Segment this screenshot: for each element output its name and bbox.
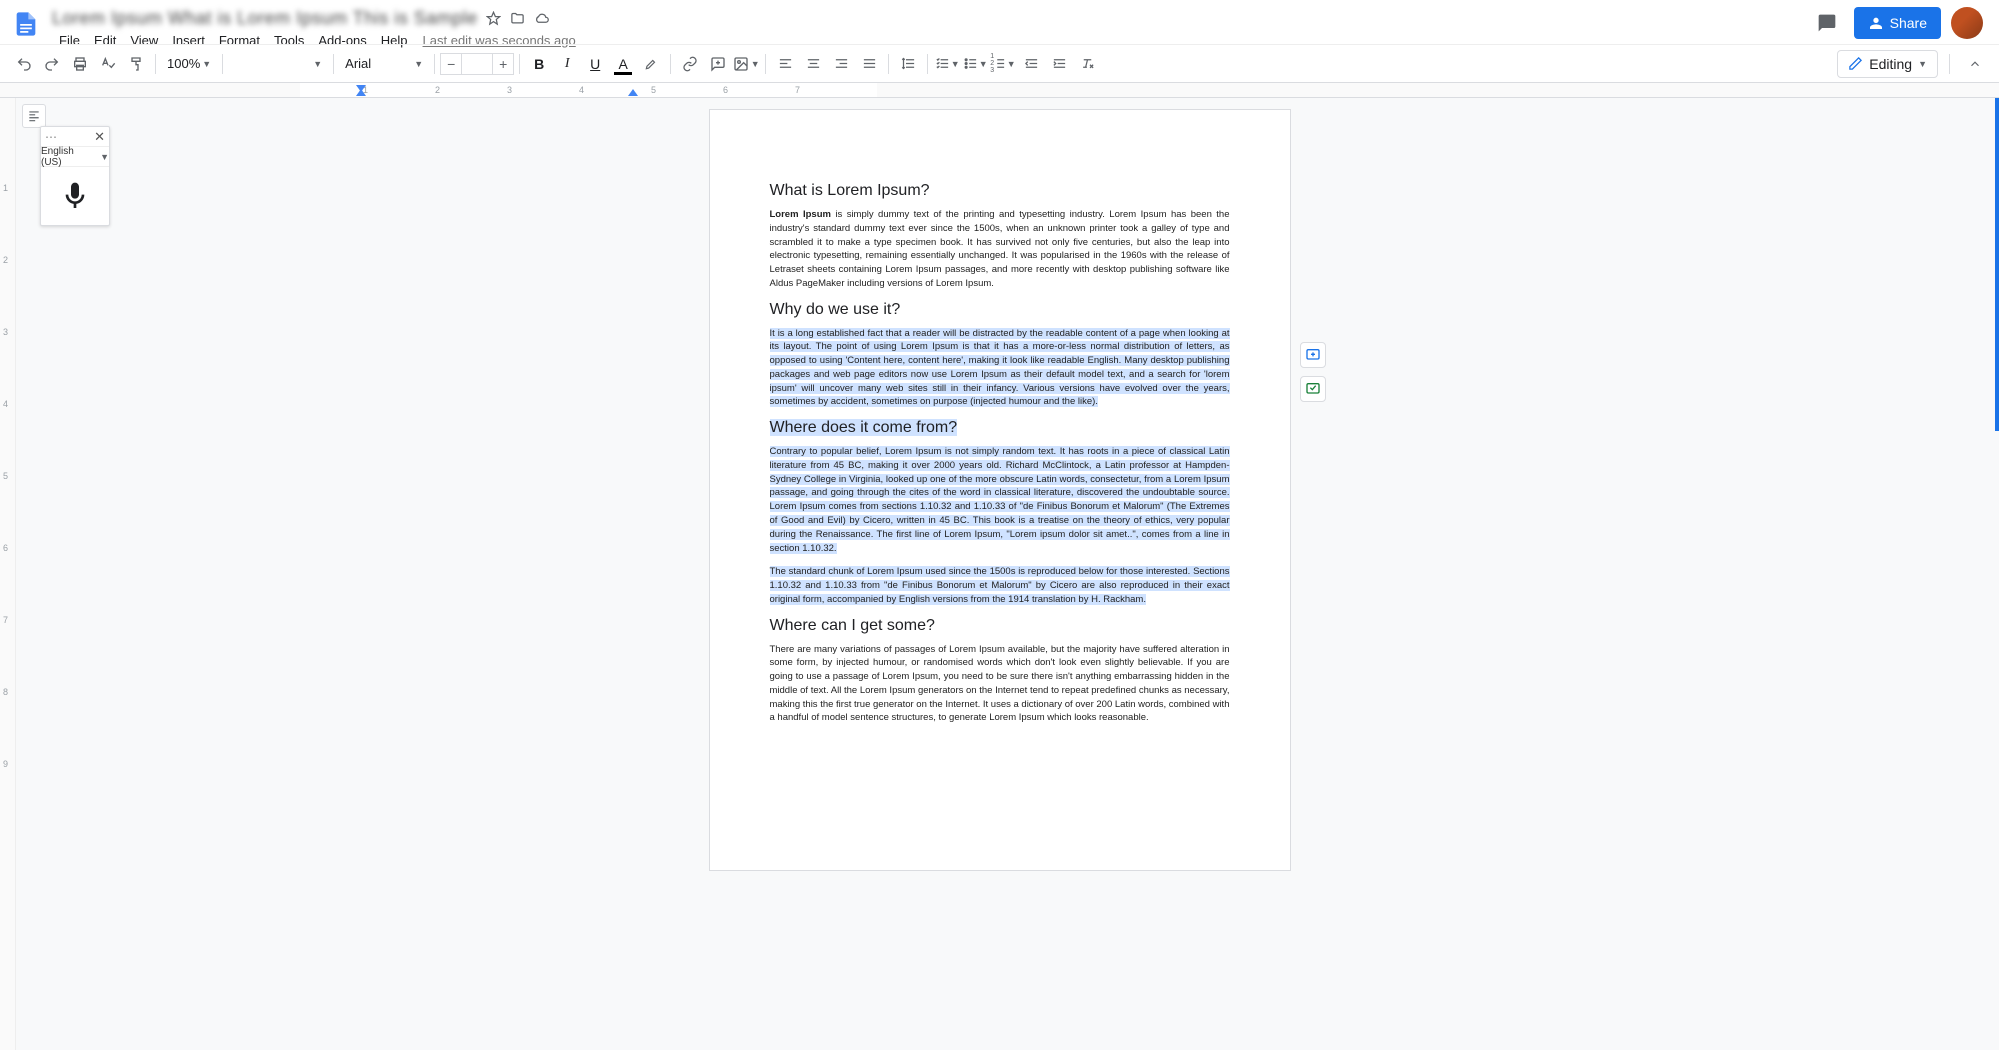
ruler-tick: 4: [579, 85, 584, 95]
voice-language-label: English (US): [41, 146, 96, 168]
indent-marker-left[interactable]: [356, 89, 366, 96]
docs-logo-icon[interactable]: [8, 6, 44, 42]
editing-mode-label: Editing: [1869, 56, 1912, 72]
paragraph-1[interactable]: Lorem Ipsum is simply dummy text of the …: [770, 208, 1230, 291]
bold-button[interactable]: B: [525, 50, 553, 78]
selected-text: The standard chunk of Lorem Ipsum used s…: [770, 566, 1230, 605]
show-outline-button[interactable]: [22, 104, 46, 128]
undo-button[interactable]: [10, 50, 38, 78]
indent-increase-button[interactable]: [1045, 50, 1073, 78]
zoom-value: 100%: [167, 56, 200, 71]
font-size-value[interactable]: [462, 53, 492, 75]
account-avatar[interactable]: [1951, 7, 1983, 39]
comment-rail: [1300, 342, 1326, 402]
heading-3[interactable]: Where does it come from?: [770, 419, 1230, 437]
checklist-button[interactable]: ▼: [933, 50, 961, 78]
voice-mic-button[interactable]: [41, 167, 109, 225]
font-size-increase[interactable]: +: [492, 53, 514, 75]
paint-format-button[interactable]: [122, 50, 150, 78]
voice-typing-panel[interactable]: ⋯ ✕ English (US) ▼: [40, 126, 110, 226]
numbered-list-button[interactable]: 123▼: [989, 50, 1017, 78]
spellcheck-button[interactable]: [94, 50, 122, 78]
voice-close-button[interactable]: ✕: [94, 129, 105, 145]
share-button[interactable]: Share: [1854, 7, 1941, 39]
document-page[interactable]: What is Lorem Ipsum? Lorem Ipsum is simp…: [710, 110, 1290, 870]
font-size-control: − +: [440, 53, 514, 75]
line-spacing-button[interactable]: [894, 50, 922, 78]
open-comments-button[interactable]: [1810, 6, 1844, 40]
selected-text: Contrary to popular belief, Lorem Ipsum …: [770, 446, 1230, 553]
indent-decrease-button[interactable]: [1017, 50, 1045, 78]
underline-button[interactable]: U: [581, 50, 609, 78]
font-size-decrease[interactable]: −: [440, 53, 462, 75]
text-color-button[interactable]: A: [609, 50, 637, 78]
font-value: Arial: [345, 56, 371, 71]
scrollbar-indicator: [1995, 98, 1999, 1050]
share-label: Share: [1890, 15, 1927, 31]
workspace: 1 2 3 4 5 6 7 8 9 ⋯ ✕ English (US) ▼: [0, 98, 1999, 1050]
paragraph-3b[interactable]: The standard chunk of Lorem Ipsum used s…: [770, 565, 1230, 606]
insert-comment-button[interactable]: [704, 50, 732, 78]
paragraph-2[interactable]: It is a long established fact that a rea…: [770, 327, 1230, 410]
suggest-edits-button[interactable]: [1300, 376, 1326, 402]
ruler-tick: 3: [507, 85, 512, 95]
ruler-tick: 6: [723, 85, 728, 95]
editing-mode-dropdown[interactable]: Editing ▼: [1837, 50, 1938, 78]
paragraph-3[interactable]: Contrary to popular belief, Lorem Ipsum …: [770, 445, 1230, 555]
ruler-tick: 7: [795, 85, 800, 95]
align-justify-button[interactable]: [855, 50, 883, 78]
highlight-color-button[interactable]: [637, 50, 665, 78]
titlebar: Lorem Ipsum What is Lorem Ipsum This is …: [0, 0, 1999, 44]
selected-text: It is a long established fact that a rea…: [770, 328, 1230, 408]
bullet-list-button[interactable]: ▼: [961, 50, 989, 78]
font-dropdown[interactable]: Arial▼: [339, 56, 429, 71]
star-icon[interactable]: [486, 10, 502, 26]
heading-2[interactable]: Why do we use it?: [770, 301, 1230, 319]
document-title[interactable]: Lorem Ipsum What is Lorem Ipsum This is …: [52, 8, 478, 29]
paragraph-4[interactable]: There are many variations of passages of…: [770, 643, 1230, 726]
voice-language-dropdown[interactable]: English (US) ▼: [41, 147, 109, 167]
insert-image-button[interactable]: ▼: [732, 50, 760, 78]
para-bold: Lorem Ipsum: [770, 209, 831, 220]
ruler-tick: 2: [435, 85, 440, 95]
heading-1[interactable]: What is Lorem Ipsum?: [770, 182, 1230, 200]
toolbar: 100%▼ ▼ Arial▼ − + B I U A ▼ ▼ ▼ 123▼: [0, 44, 1999, 83]
redo-button[interactable]: [38, 50, 66, 78]
clear-formatting-button[interactable]: [1073, 50, 1101, 78]
cloud-saved-icon[interactable]: [534, 10, 550, 26]
styles-dropdown[interactable]: ▼: [228, 59, 328, 69]
align-right-button[interactable]: [827, 50, 855, 78]
ruler-tick: 5: [651, 85, 656, 95]
italic-button[interactable]: I: [553, 50, 581, 78]
zoom-dropdown[interactable]: 100%▼: [161, 56, 217, 71]
insert-link-button[interactable]: [676, 50, 704, 78]
horizontal-ruler[interactable]: 1 2 3 4 5 6 7: [0, 83, 1999, 98]
align-center-button[interactable]: [799, 50, 827, 78]
align-left-button[interactable]: [771, 50, 799, 78]
vertical-ruler[interactable]: 1 2 3 4 5 6 7 8 9: [0, 98, 16, 1050]
print-button[interactable]: [66, 50, 94, 78]
indent-marker-right[interactable]: [628, 89, 638, 96]
voice-settings-icon[interactable]: ⋯: [45, 130, 58, 144]
add-comment-button[interactable]: [1300, 342, 1326, 368]
hide-menus-button[interactable]: [1961, 50, 1989, 78]
para-text: is simply dummy text of the printing and…: [770, 209, 1230, 289]
move-icon[interactable]: [510, 10, 526, 26]
heading-4[interactable]: Where can I get some?: [770, 617, 1230, 635]
